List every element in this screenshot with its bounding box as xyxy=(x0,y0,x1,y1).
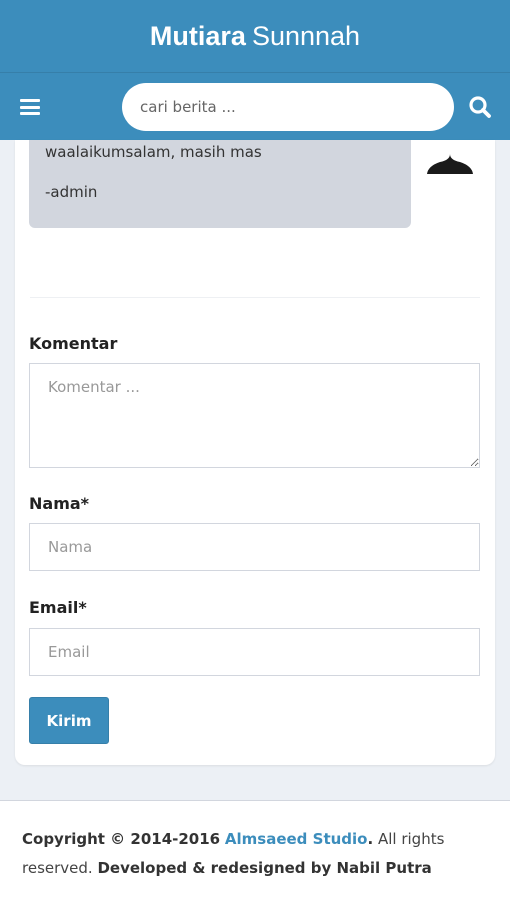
footer: Copyright © 2014-2016 Almsaeed Studio. A… xyxy=(0,800,510,900)
search-input[interactable] xyxy=(122,83,454,131)
user-avatar-icon xyxy=(426,140,478,176)
comment-bubble: waalaikumsalam, masih mas -admin xyxy=(29,140,411,228)
nama-field[interactable] xyxy=(29,523,480,571)
studio-link[interactable]: Almsaeed Studio xyxy=(225,830,368,848)
copyright-period: . xyxy=(367,830,374,848)
brand-name-bold[interactable]: Mutiara xyxy=(150,21,246,52)
divider xyxy=(30,297,480,298)
email-field[interactable] xyxy=(29,628,480,676)
comment-text: waalaikumsalam, masih mas xyxy=(45,143,262,161)
search-icon[interactable] xyxy=(466,93,494,121)
app-header: Mutiara Sunnnah xyxy=(0,0,510,72)
hamburger-icon[interactable] xyxy=(20,99,40,115)
copyright-text: Copyright © 2014-2016 xyxy=(22,830,221,848)
content-card: waalaikumsalam, masih mas -admin Komenta… xyxy=(15,140,495,765)
developer-credit: Developed & redesigned by Nabil Putra xyxy=(97,859,432,877)
komentar-label: Komentar xyxy=(29,334,118,353)
kirim-button[interactable]: Kirim xyxy=(29,697,109,744)
navbar xyxy=(0,72,510,140)
comment-author: -admin xyxy=(45,183,98,201)
brand-name-light[interactable]: Sunnnah xyxy=(252,21,360,52)
komentar-field[interactable] xyxy=(29,363,480,468)
email-label: Email* xyxy=(29,598,87,617)
nama-label: Nama* xyxy=(29,494,90,513)
